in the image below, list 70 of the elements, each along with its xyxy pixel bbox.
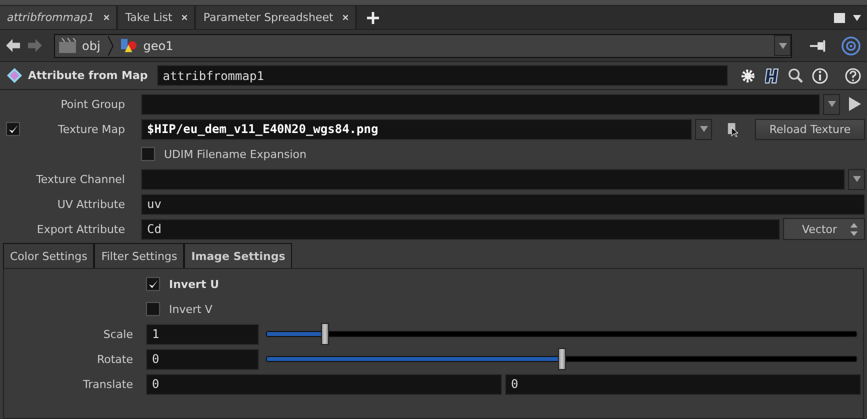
caret-icon xyxy=(778,42,786,48)
dropdown-button[interactable] xyxy=(848,168,865,190)
target-icon[interactable] xyxy=(841,36,861,56)
checkbox[interactable] xyxy=(146,302,160,316)
caret-icon xyxy=(700,126,708,132)
toggle-label: Invert V xyxy=(169,302,212,316)
caret-icon xyxy=(852,176,860,182)
number-field[interactable]: 0 xyxy=(505,374,861,394)
pin-icon[interactable] xyxy=(810,40,827,52)
chevron-icon xyxy=(108,36,114,56)
node-type-label: Attribute from Map xyxy=(28,69,148,82)
parameter-label: Export Attribute xyxy=(36,222,125,236)
input-field[interactable] xyxy=(141,168,845,190)
search-icon[interactable] xyxy=(788,68,803,83)
slider-handle[interactable] xyxy=(558,348,566,370)
caret-icon xyxy=(828,101,836,107)
path-field[interactable]: obj geo1 xyxy=(54,34,792,58)
node-icon[interactable] xyxy=(6,67,23,84)
path-crumb[interactable]: obj xyxy=(82,38,100,52)
parameter-label: Rotate xyxy=(96,352,133,366)
gear-icon[interactable] xyxy=(740,68,756,84)
folder-tab[interactable]: Color Settings xyxy=(3,243,94,268)
up-down-arrows-icon xyxy=(850,222,858,236)
slider[interactable] xyxy=(266,348,857,370)
close-icon[interactable] xyxy=(343,15,348,20)
toggle-label: UDIM Filename Expansion xyxy=(164,148,306,160)
checkbox[interactable] xyxy=(6,122,20,136)
close-icon[interactable] xyxy=(182,15,188,20)
node-name-field[interactable]: attribfrommap1 xyxy=(156,65,728,86)
reload-texture-button[interactable]: Reload Texture xyxy=(755,118,865,140)
parameter-label: Translate xyxy=(83,378,133,390)
h-logo-icon[interactable] xyxy=(765,68,779,84)
pane-tab[interactable]: attribfrommap1 xyxy=(0,6,118,29)
slider[interactable] xyxy=(266,323,857,345)
pointer-icon[interactable] xyxy=(849,97,861,111)
dropdown-button[interactable] xyxy=(695,118,712,140)
caret-icon[interactable] xyxy=(853,14,861,20)
checkbox[interactable] xyxy=(146,277,160,291)
parameter-label: UV Attribute xyxy=(57,198,125,210)
file-path-field[interactable]: $HIP/eu_dem_v11_E40N20_wgs84.png xyxy=(141,118,692,140)
path-crumb[interactable]: geo1 xyxy=(143,38,174,52)
geometry-icon xyxy=(120,38,138,53)
back-arrow-icon[interactable] xyxy=(6,39,21,52)
input-field[interactable] xyxy=(141,94,820,114)
parameter-label: Point Group xyxy=(60,98,125,110)
type-menu[interactable]: Vector xyxy=(783,218,865,240)
add-tab-icon[interactable] xyxy=(367,12,380,24)
number-field[interactable]: 0 xyxy=(146,374,502,394)
info-icon[interactable] xyxy=(812,68,828,84)
folder-tab[interactable]: Filter Settings xyxy=(94,243,184,268)
file-browse-icon[interactable] xyxy=(727,122,738,136)
folder-tab[interactable]: Image Settings xyxy=(184,243,292,268)
help-icon[interactable] xyxy=(845,68,861,84)
parameter-label: Texture Channel xyxy=(36,172,125,186)
dropdown-button[interactable] xyxy=(823,94,840,114)
clapperboard-icon xyxy=(59,38,76,53)
checkbox[interactable] xyxy=(141,147,155,161)
toggle-label: Invert U xyxy=(169,278,219,290)
pane-tab[interactable]: Parameter Spreadsheet xyxy=(196,6,358,29)
pane-icon[interactable] xyxy=(834,12,845,22)
number-field[interactable]: 1 xyxy=(146,324,259,344)
pane-tab[interactable]: Take List xyxy=(118,6,196,29)
number-field[interactable]: 0 xyxy=(146,348,259,370)
parameter-label: Texture Map xyxy=(58,122,125,136)
slider-handle[interactable] xyxy=(321,323,330,345)
dropdown-button[interactable] xyxy=(774,35,791,56)
input-field[interactable]: uv xyxy=(141,194,865,214)
parameter-label: Scale xyxy=(103,328,133,340)
input-field[interactable]: Cd xyxy=(141,218,780,240)
close-icon[interactable] xyxy=(104,15,110,20)
